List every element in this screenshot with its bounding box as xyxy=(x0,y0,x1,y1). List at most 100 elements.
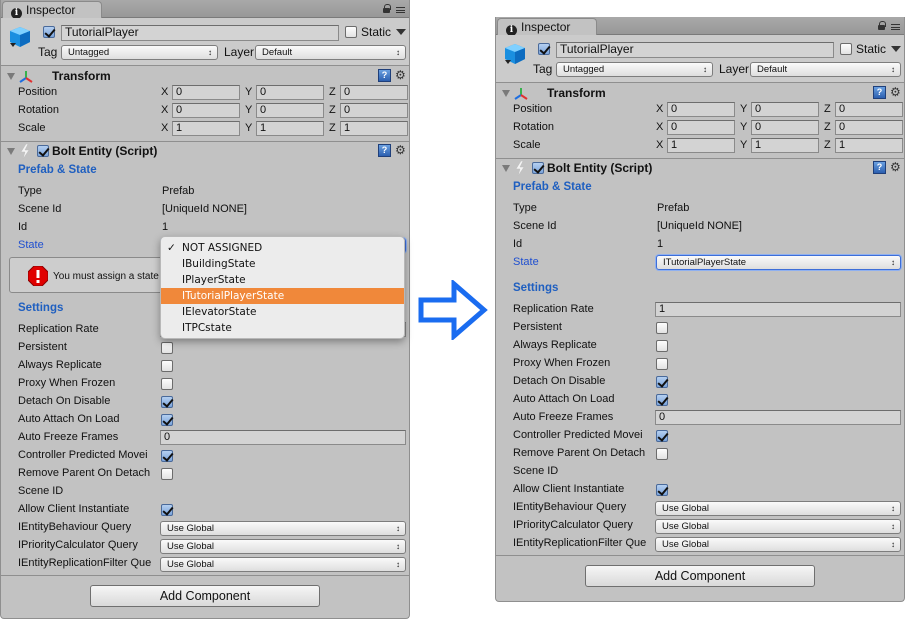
auto-attach-on-load-checkbox[interactable] xyxy=(656,394,668,406)
query-dropdown[interactable]: Use Global ↕ xyxy=(160,557,406,572)
fold-triangle-icon[interactable] xyxy=(7,73,15,80)
transform-header[interactable]: Transform ? ⚙ xyxy=(1,68,409,86)
transform-header[interactable]: Transform ? ⚙ xyxy=(496,85,904,103)
x-axis-label: X xyxy=(656,121,664,133)
help-icon[interactable]: ? xyxy=(873,161,886,174)
help-icon[interactable]: ? xyxy=(378,69,391,82)
gear-icon[interactable]: ⚙ xyxy=(890,86,901,98)
lock-icon[interactable] xyxy=(878,21,886,30)
dropdown-option-label: NOT ASSIGNED xyxy=(182,242,263,254)
dropdown-option[interactable]: IPlayerState xyxy=(161,272,404,288)
cube-icon[interactable] xyxy=(504,43,526,65)
persistent-checkbox[interactable] xyxy=(656,322,668,334)
static-dropdown-icon[interactable] xyxy=(396,29,406,35)
scale-y-field[interactable]: 1 xyxy=(751,138,819,153)
dropdown-option[interactable]: IBuildingState xyxy=(161,256,404,272)
bolt-entity-header[interactable]: Bolt Entity (Script) ? ⚙ xyxy=(1,143,409,161)
layer-dropdown[interactable]: Default ↕ xyxy=(255,45,406,60)
scale-y-field[interactable]: 1 xyxy=(256,121,324,136)
position-y-field[interactable]: 0 xyxy=(751,102,819,117)
tab-inspector[interactable]: i Inspector xyxy=(2,1,102,19)
replication-rate-field[interactable]: 1 xyxy=(655,302,901,317)
position-x-field[interactable]: 0 xyxy=(172,85,240,100)
add-component-button[interactable]: Add Component xyxy=(585,565,815,587)
cube-icon[interactable] xyxy=(9,26,31,48)
dropdown-option[interactable]: ✓ NOT ASSIGNED xyxy=(161,240,404,256)
persistent-checkbox[interactable] xyxy=(161,342,173,354)
gear-icon[interactable]: ⚙ xyxy=(395,144,406,156)
controller-predicted-movement-checkbox[interactable] xyxy=(161,450,173,462)
static-dropdown-icon[interactable] xyxy=(891,46,901,52)
dropdown-option[interactable]: IElevatorState xyxy=(161,304,404,320)
query-dropdown[interactable]: Use Global ↕ xyxy=(160,539,406,554)
always-replicate-checkbox[interactable] xyxy=(161,360,173,372)
gear-icon[interactable]: ⚙ xyxy=(395,69,406,81)
gear-icon[interactable]: ⚙ xyxy=(890,161,901,173)
bolt-entity-header[interactable]: Bolt Entity (Script) ? ⚙ xyxy=(496,160,904,178)
query-label: IEntityBehaviour Query xyxy=(18,521,132,533)
allow-client-instantiate-checkbox[interactable] xyxy=(161,504,173,516)
active-checkbox[interactable] xyxy=(538,43,550,55)
active-checkbox[interactable] xyxy=(43,26,55,38)
fold-triangle-icon[interactable] xyxy=(7,148,15,155)
controller-predicted-movement-checkbox[interactable] xyxy=(656,430,668,442)
static-checkbox[interactable] xyxy=(840,43,852,55)
rotation-y-field[interactable]: 0 xyxy=(751,120,819,135)
position-z-field[interactable]: 0 xyxy=(340,85,408,100)
transform-row-label: Scale xyxy=(513,139,541,151)
rotation-z-field[interactable]: 0 xyxy=(340,103,408,118)
position-y-field[interactable]: 0 xyxy=(256,85,324,100)
query-dropdown[interactable]: Use Global ↕ xyxy=(655,537,901,552)
tag-dropdown[interactable]: Untagged ↕ xyxy=(61,45,218,60)
name-field[interactable]: TutorialPlayer xyxy=(556,42,834,58)
bolt-enabled-checkbox[interactable] xyxy=(532,162,544,174)
add-component-button[interactable]: Add Component xyxy=(90,585,320,607)
layer-dropdown[interactable]: Default ↕ xyxy=(750,62,901,77)
detach-on-disable-checkbox[interactable] xyxy=(161,396,173,408)
setting-label-proxy-when-frozen: Proxy When Frozen xyxy=(18,377,116,389)
fold-triangle-icon[interactable] xyxy=(502,90,510,97)
tab-bar: i Inspector xyxy=(1,0,409,19)
tag-dropdown[interactable]: Untagged ↕ xyxy=(556,62,713,77)
dropdown-option[interactable]: ITPCstate xyxy=(161,320,404,336)
rotation-z-field[interactable]: 0 xyxy=(835,120,903,135)
position-x-field[interactable]: 0 xyxy=(667,102,735,117)
scene-id-setting-label: Scene ID xyxy=(18,485,64,497)
scale-z-field[interactable]: 1 xyxy=(340,121,408,136)
scale-z-field[interactable]: 1 xyxy=(835,138,903,153)
help-icon[interactable]: ? xyxy=(378,144,391,157)
tab-inspector[interactable]: i Inspector xyxy=(497,18,597,36)
remove-parent-on-detach-checkbox[interactable] xyxy=(656,448,668,460)
bolt-enabled-checkbox[interactable] xyxy=(37,145,49,157)
rotation-x-field[interactable]: 0 xyxy=(172,103,240,118)
lock-icon[interactable] xyxy=(383,4,391,13)
remove-parent-on-detach-checkbox[interactable] xyxy=(161,468,173,480)
proxy-when-frozen-checkbox[interactable] xyxy=(656,358,668,370)
name-field[interactable]: TutorialPlayer xyxy=(61,25,339,41)
position-z-field[interactable]: 0 xyxy=(835,102,903,117)
rotation-y-field[interactable]: 0 xyxy=(256,103,324,118)
rotation-x-field[interactable]: 0 xyxy=(667,120,735,135)
auto-attach-on-load-checkbox[interactable] xyxy=(161,414,173,426)
state-dropdown[interactable]: ITutorialPlayerState ↕ xyxy=(656,255,901,270)
menu-icon[interactable] xyxy=(396,7,405,13)
scale-x-field[interactable]: 1 xyxy=(667,138,735,153)
detach-on-disable-checkbox[interactable] xyxy=(656,376,668,388)
proxy-when-frozen-checkbox[interactable] xyxy=(161,378,173,390)
scene-id-value: [UniqueId NONE] xyxy=(162,203,247,215)
section-prefab-state: Prefab & State xyxy=(513,181,592,193)
scene-id-setting-label: Scene ID xyxy=(513,465,559,477)
allow-client-instantiate-checkbox[interactable] xyxy=(656,484,668,496)
query-dropdown[interactable]: Use Global ↕ xyxy=(655,501,901,516)
auto-freeze-frames-field[interactable]: 0 xyxy=(160,430,406,445)
always-replicate-checkbox[interactable] xyxy=(656,340,668,352)
query-dropdown[interactable]: Use Global ↕ xyxy=(655,519,901,534)
scale-x-field[interactable]: 1 xyxy=(172,121,240,136)
fold-triangle-icon[interactable] xyxy=(502,165,510,172)
static-checkbox[interactable] xyxy=(345,26,357,38)
dropdown-option[interactable]: ITutorialPlayerState xyxy=(161,288,404,304)
auto-freeze-frames-field[interactable]: 0 xyxy=(655,410,901,425)
query-dropdown[interactable]: Use Global ↕ xyxy=(160,521,406,536)
menu-icon[interactable] xyxy=(891,24,900,30)
help-icon[interactable]: ? xyxy=(873,86,886,99)
